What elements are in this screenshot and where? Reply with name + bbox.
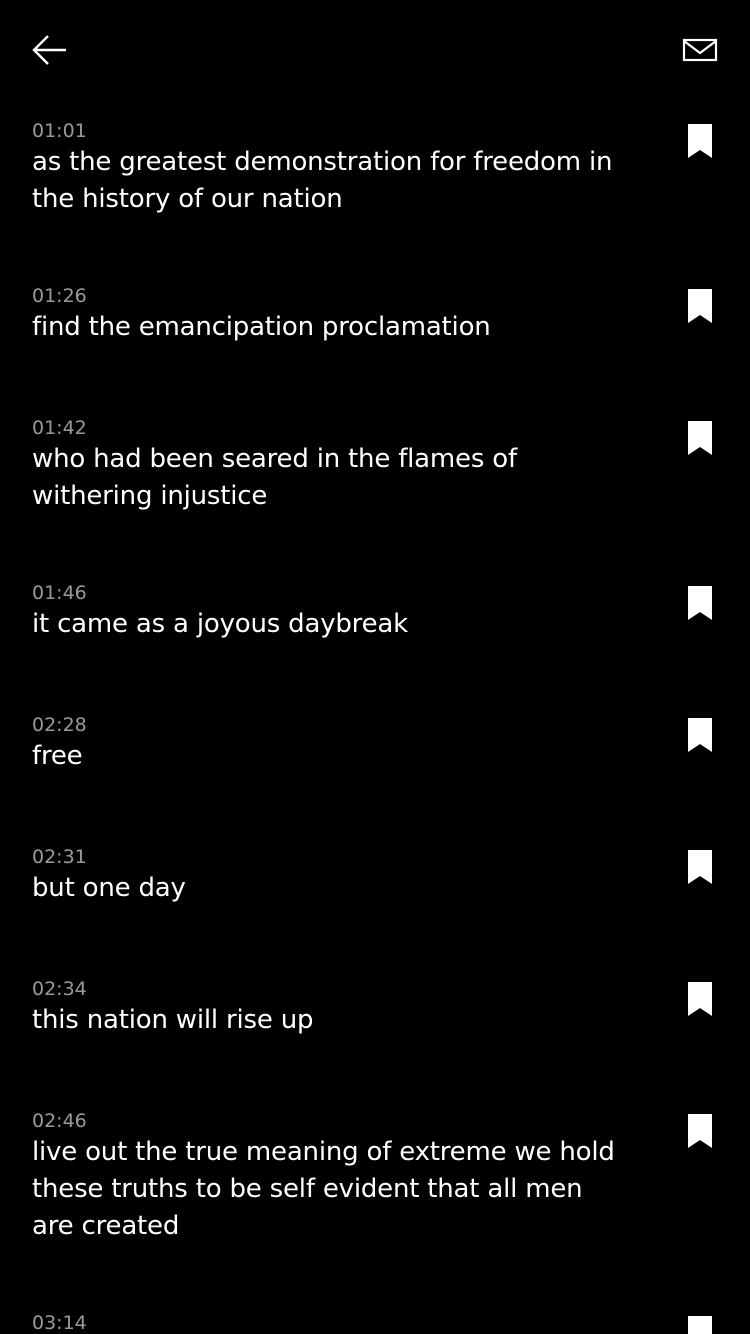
- transcript-text: as the greatest demonstration for freedo…: [32, 147, 613, 214]
- timestamp: 02:34: [32, 978, 87, 1000]
- bookmark-icon[interactable]: [688, 289, 712, 323]
- timestamp: 01:01: [32, 120, 87, 142]
- email-button[interactable]: [678, 34, 722, 66]
- transcript-text: free: [32, 741, 83, 771]
- bookmark-icon[interactable]: [688, 586, 712, 620]
- bookmark-icon[interactable]: [688, 982, 712, 1016]
- transcript-text: who had been seared in the flames of wit…: [32, 444, 517, 511]
- timestamp: 02:46: [32, 1110, 87, 1132]
- transcript-text: it came as a joyous daybreak: [32, 609, 408, 639]
- back-button[interactable]: [28, 30, 72, 70]
- bookmark-icon[interactable]: [688, 850, 712, 884]
- transcript-text: find the emancipation proclamation: [32, 312, 491, 342]
- bookmark-icon[interactable]: [688, 124, 712, 158]
- timestamp: 03:14: [32, 1312, 87, 1334]
- timestamp: 01:42: [32, 417, 87, 439]
- transcript-screen: 01:01 as the greatest demonstration for …: [0, 0, 750, 1334]
- timestamp: 01:46: [32, 582, 87, 604]
- timestamp: 02:31: [32, 846, 87, 868]
- bookmark-icon[interactable]: [688, 1114, 712, 1148]
- timestamp: 02:28: [32, 714, 87, 736]
- transcript-text: live out the true meaning of extreme we …: [32, 1137, 615, 1241]
- top-bar: [0, 0, 750, 100]
- transcript-text: but one day: [32, 873, 186, 903]
- transcript-text: this nation will rise up: [32, 1005, 314, 1035]
- mail-icon: [682, 38, 718, 62]
- arrow-left-icon: [32, 35, 66, 65]
- bookmark-icon[interactable]: [688, 718, 712, 752]
- timestamp: 01:26: [32, 285, 87, 307]
- bookmark-icon[interactable]: [688, 421, 712, 455]
- bookmark-icon[interactable]: [688, 1316, 712, 1334]
